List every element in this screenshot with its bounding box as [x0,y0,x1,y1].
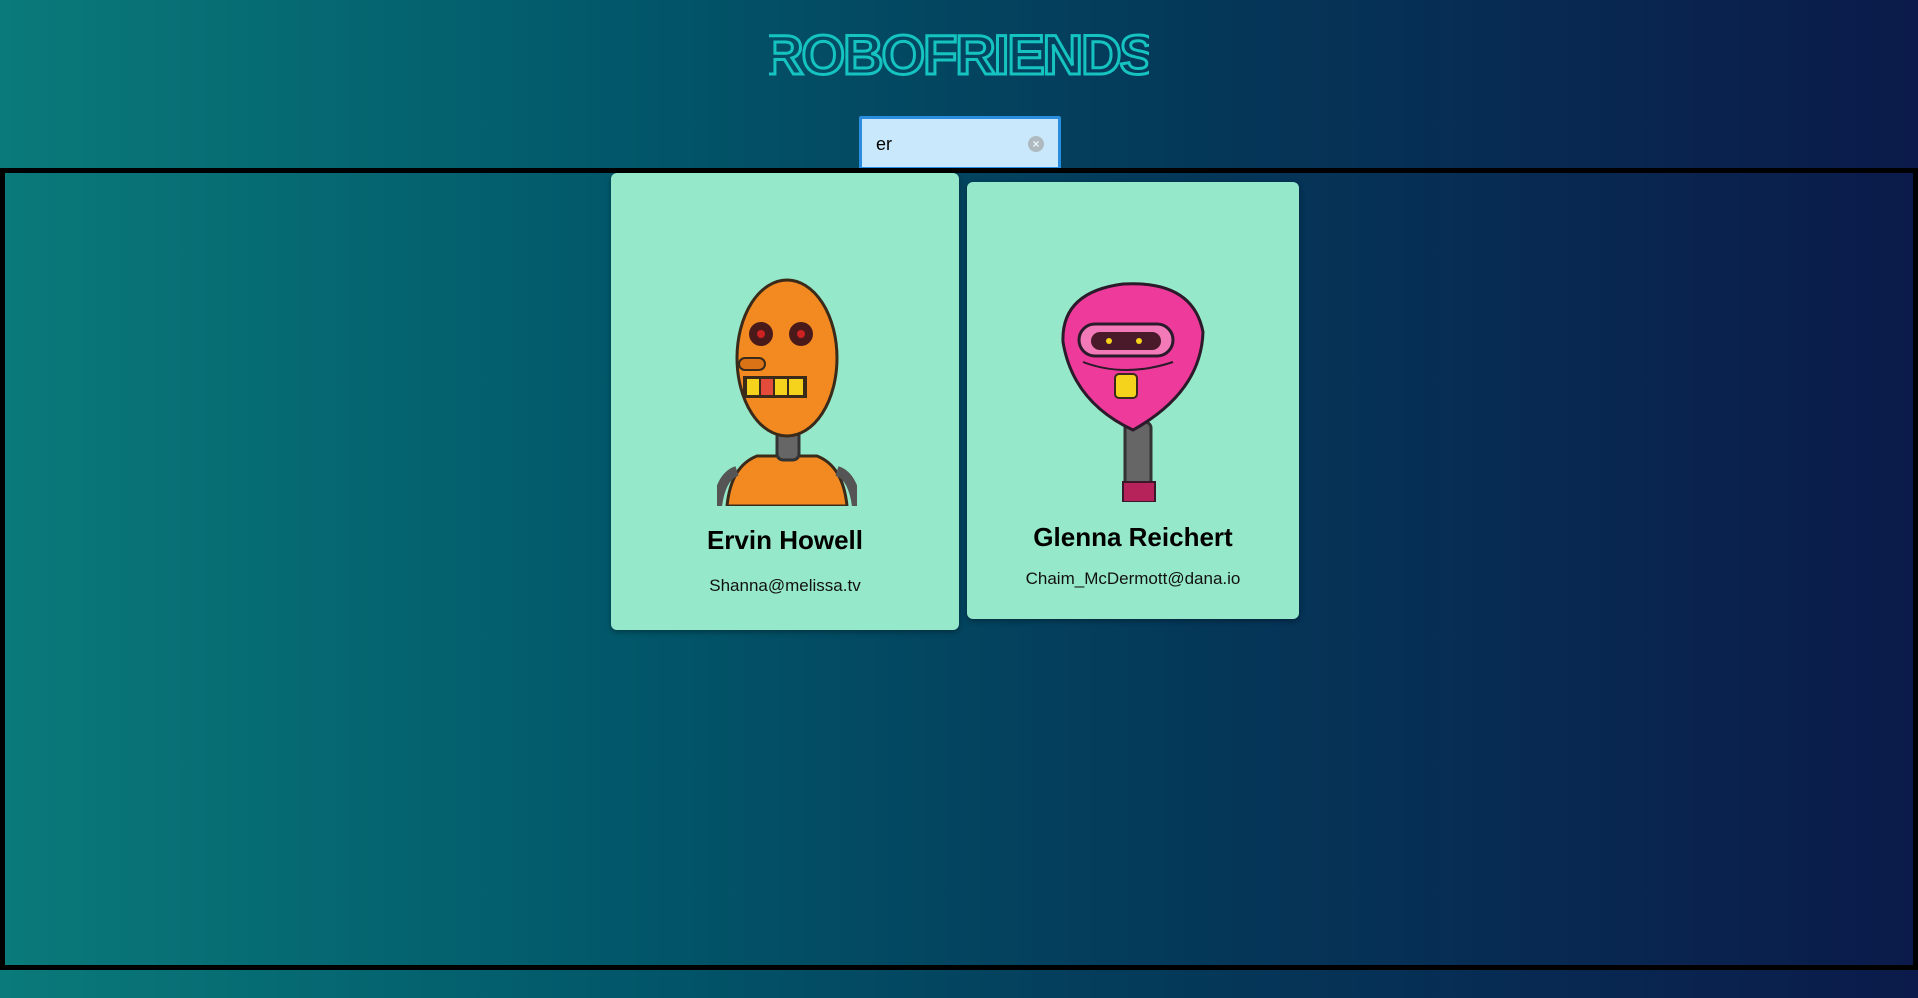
robot-name: Ervin Howell [706,525,864,555]
clear-x-icon[interactable]: × [1028,136,1044,152]
robot-email: Shanna@melissa.tv [709,576,861,595]
robot-avatar-ervin [717,278,857,506]
app-title-text: ROBOFRIENDS [769,24,1149,84]
robot-card[interactable]: Glenna Reichert Chaim_McDermott@dana.io [967,182,1299,619]
search-input[interactable] [876,132,1016,156]
robot-list-scroll[interactable] [0,168,1918,970]
robot-email: Chaim_McDermott@dana.io [1025,569,1241,588]
app-title: ROBOFRIENDS [0,24,1918,89]
search-box[interactable]: × [859,116,1061,170]
robot-name: Glenna Reichert [1033,522,1233,552]
app-title-logo: ROBOFRIENDS [769,24,1149,84]
robot-avatar-glenna [1061,282,1205,502]
robot-card[interactable]: Ervin Howell Shanna@melissa.tv [611,173,959,630]
